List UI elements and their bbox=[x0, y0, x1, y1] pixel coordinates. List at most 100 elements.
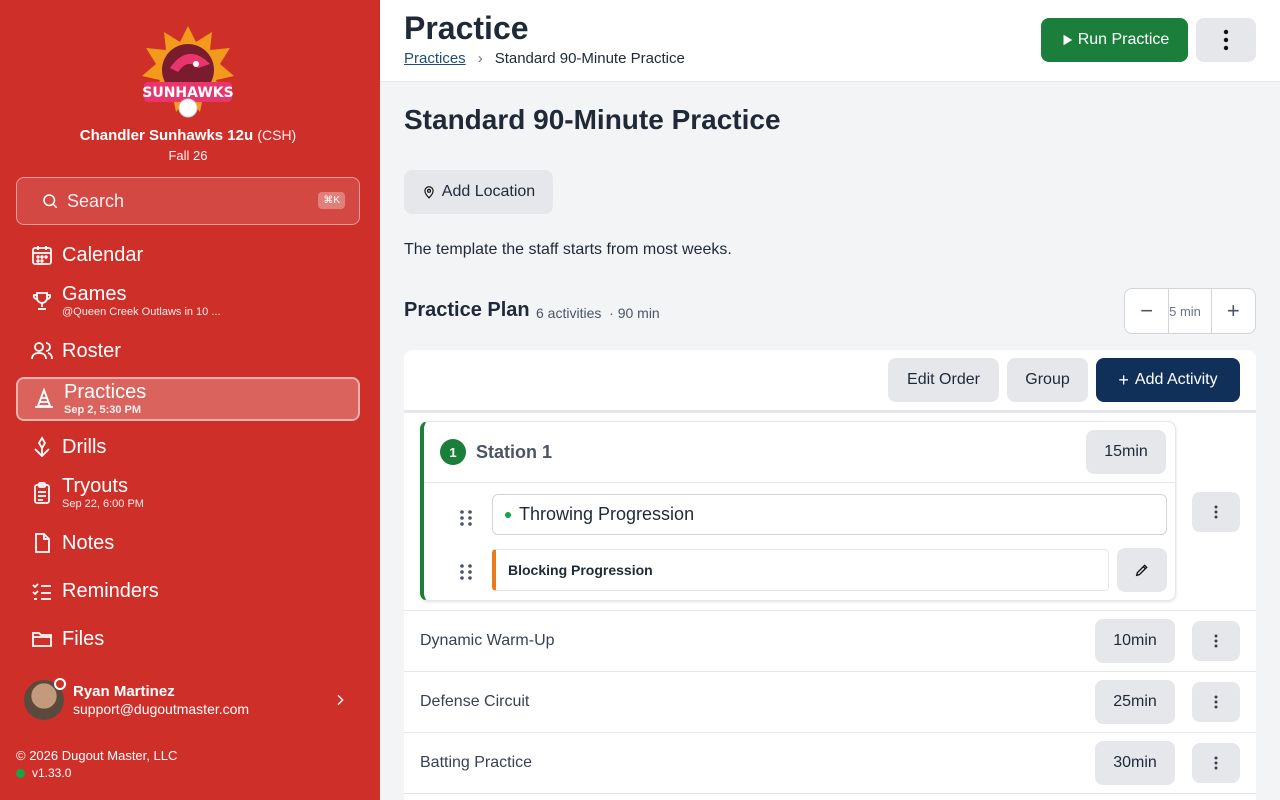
row-divider bbox=[404, 671, 1256, 672]
plan-meta: 6 activities · 90 min bbox=[536, 305, 660, 321]
activity-count: 6 activities bbox=[536, 305, 602, 321]
stepper-value: 5 bbox=[1169, 303, 1177, 319]
kebab-icon bbox=[1214, 634, 1218, 648]
sidebar-item-label: Games bbox=[62, 283, 127, 305]
sidebar-item-roster[interactable]: Roster bbox=[16, 329, 360, 373]
trophy-icon bbox=[32, 292, 52, 310]
row-divider bbox=[404, 793, 1256, 794]
search-placeholder: Search bbox=[67, 190, 125, 211]
breadcrumb-practices-link[interactable]: Practices bbox=[404, 50, 466, 67]
sidebar-item-label: Notes bbox=[62, 532, 115, 554]
stepper-unit: min bbox=[1179, 303, 1201, 319]
station-header: 1 Station 1 15min bbox=[424, 422, 1175, 483]
edit-order-button[interactable]: Edit Order bbox=[888, 358, 999, 402]
plus-icon: + bbox=[1118, 369, 1129, 390]
activity-name: Throwing Progression bbox=[519, 504, 695, 524]
activity-more-button[interactable] bbox=[1192, 743, 1240, 783]
team-logo: SUNHAWKS bbox=[142, 26, 234, 118]
team-abbreviation: (CSH) bbox=[257, 127, 297, 143]
add-activity-label: Add Activity bbox=[1134, 371, 1218, 388]
version-label: v1.33.0 bbox=[32, 766, 72, 780]
activity-row-label: Batting Practice bbox=[420, 754, 533, 771]
sidebar-item-label: Practices bbox=[64, 381, 147, 403]
add-location-button[interactable]: Add Location bbox=[404, 170, 553, 214]
breadcrumb-separator: › bbox=[477, 50, 483, 67]
user-email: support@dugoutmaster.com bbox=[73, 701, 250, 717]
notification-dot bbox=[54, 678, 66, 690]
status-dot-icon bbox=[16, 768, 25, 778]
page-title: Practice bbox=[404, 10, 529, 46]
decrement-button[interactable]: − bbox=[1125, 289, 1168, 333]
sidebar-item-tryouts[interactable]: Tryouts Sep 22, 6:00 PM bbox=[16, 471, 360, 515]
sidebar-item-games[interactable]: Games @Queen Creek Outlaws in 10 ... bbox=[16, 279, 360, 323]
practice-description: The template the staff starts from most … bbox=[404, 241, 732, 258]
activity-more-button[interactable] bbox=[1192, 621, 1240, 661]
station-card: 1 Station 1 15min Throwing Progression B… bbox=[420, 421, 1176, 601]
run-practice-button[interactable]: Run Practice bbox=[1041, 18, 1188, 62]
sidebar-item-drills[interactable]: Drills bbox=[16, 425, 360, 469]
activity-item[interactable]: Throwing Progression bbox=[492, 494, 1167, 535]
plan-total-duration: · 90 min bbox=[609, 305, 660, 321]
map-pin-icon bbox=[424, 186, 434, 199]
pencil-icon bbox=[1135, 564, 1148, 577]
header: Practice Practices › Standard 90-Minute … bbox=[380, 0, 1280, 82]
row-divider bbox=[404, 732, 1256, 733]
kebab-icon bbox=[1223, 29, 1229, 51]
sidebar-item-label: Calendar bbox=[62, 244, 144, 266]
station-more-button[interactable] bbox=[1192, 492, 1240, 532]
user-menu[interactable]: Ryan Martinez support@dugoutmaster.com bbox=[24, 678, 360, 722]
sidebar-item-calendar[interactable]: Calendar bbox=[16, 233, 360, 277]
activity-duration-button[interactable]: 25min bbox=[1095, 680, 1175, 724]
kebab-icon bbox=[1214, 756, 1218, 770]
activity-row-label: Defense Circuit bbox=[420, 693, 530, 710]
user-name: Ryan Martinez bbox=[73, 683, 175, 700]
avatar bbox=[24, 678, 66, 720]
kebab-icon bbox=[1214, 505, 1218, 519]
edit-button[interactable] bbox=[1117, 548, 1167, 592]
sidebar-item-label: Files bbox=[62, 628, 105, 650]
sidebar-item-notes[interactable]: Notes bbox=[16, 521, 360, 565]
sidebar-item-practices[interactable]: Practices Sep 2, 5:30 PM bbox=[16, 377, 360, 421]
play-icon bbox=[1063, 34, 1072, 46]
sidebar-item-subtitle: Sep 22, 6:00 PM bbox=[62, 498, 144, 510]
copyright: © 2026 Dugout Master, LLC bbox=[16, 748, 178, 763]
station-name: Station 1 bbox=[476, 442, 553, 462]
activity-duration-button[interactable]: 10min bbox=[1095, 619, 1175, 663]
station-number-badge: 1 bbox=[440, 439, 466, 465]
kebab-icon bbox=[1214, 695, 1218, 709]
drag-handle-icon[interactable] bbox=[458, 562, 474, 582]
drill-icon bbox=[34, 436, 50, 458]
plan-title: Practice Plan bbox=[404, 299, 530, 321]
season-label: Fall 26 bbox=[168, 148, 208, 163]
team-name-text: Chandler Sunhawks 12u bbox=[79, 127, 254, 144]
sidebar-item-label: Drills bbox=[62, 436, 107, 458]
note-icon bbox=[35, 533, 50, 553]
group-button[interactable]: Group bbox=[1007, 358, 1088, 402]
chevron-right-icon bbox=[337, 694, 344, 706]
activity-item[interactable]: Blocking Progression bbox=[492, 549, 1109, 591]
cone-icon bbox=[35, 387, 53, 408]
activity-duration-button[interactable]: 30min bbox=[1095, 741, 1175, 785]
drag-handle-icon[interactable] bbox=[458, 508, 474, 528]
activity-row-label: Dynamic Warm-Up bbox=[420, 632, 555, 649]
increment-button[interactable]: + bbox=[1212, 289, 1255, 333]
search-input[interactable]: Search ⌘K bbox=[16, 177, 360, 225]
sidebar-item-subtitle: Sep 2, 5:30 PM bbox=[64, 404, 142, 416]
add-activity-button[interactable]: + Add Activity bbox=[1096, 358, 1240, 402]
checklist-icon bbox=[32, 583, 51, 600]
more-options-button[interactable] bbox=[1196, 18, 1256, 62]
version: v1.33.0 bbox=[16, 766, 71, 780]
stepper-field[interactable]: 5 min bbox=[1168, 289, 1212, 333]
search-shortcut: ⌘K bbox=[318, 192, 345, 209]
sidebar-item-reminders[interactable]: Reminders bbox=[16, 569, 360, 613]
duration-stepper: − 5 min + bbox=[1124, 288, 1256, 334]
activity-more-button[interactable] bbox=[1192, 682, 1240, 722]
calendar-icon bbox=[32, 246, 52, 265]
station-duration-button[interactable]: 15min bbox=[1086, 430, 1166, 474]
sidebar-item-label: Roster bbox=[62, 340, 121, 362]
breadcrumb-current: Standard 90-Minute Practice bbox=[494, 50, 685, 67]
run-practice-label: Run Practice bbox=[1077, 31, 1170, 48]
sidebar-item-label: Reminders bbox=[62, 580, 159, 602]
sidebar-item-files[interactable]: Files bbox=[16, 617, 360, 661]
search-icon bbox=[43, 194, 58, 209]
